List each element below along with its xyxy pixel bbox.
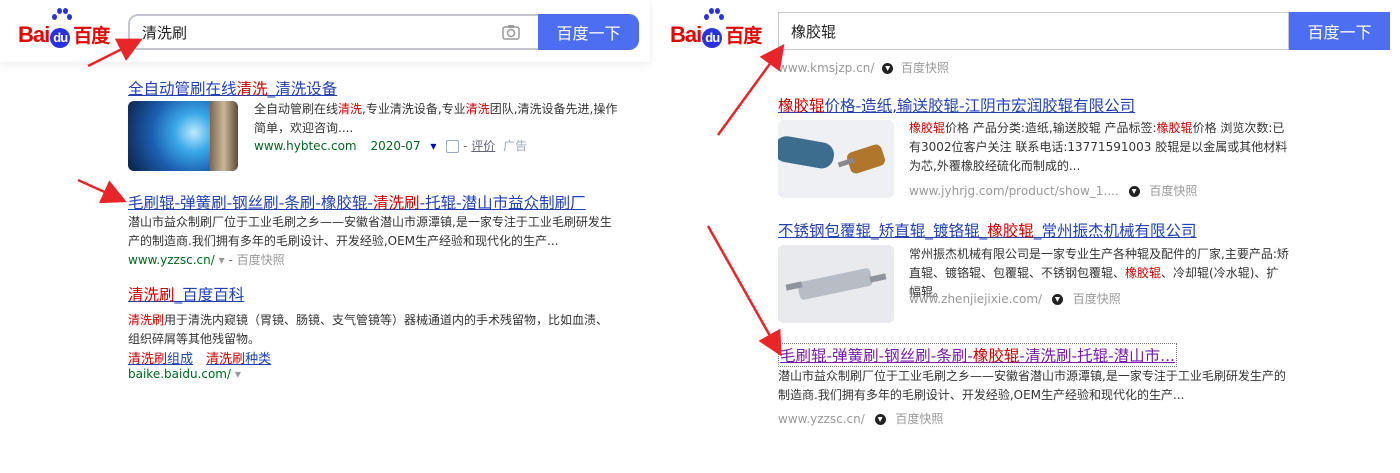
annotation-arrows xyxy=(77,38,785,357)
arrow-to-search-right xyxy=(716,43,785,136)
arrow-to-result-left xyxy=(77,178,127,204)
arrow-to-search-left xyxy=(87,38,143,68)
arrow-to-result-right xyxy=(706,225,782,357)
